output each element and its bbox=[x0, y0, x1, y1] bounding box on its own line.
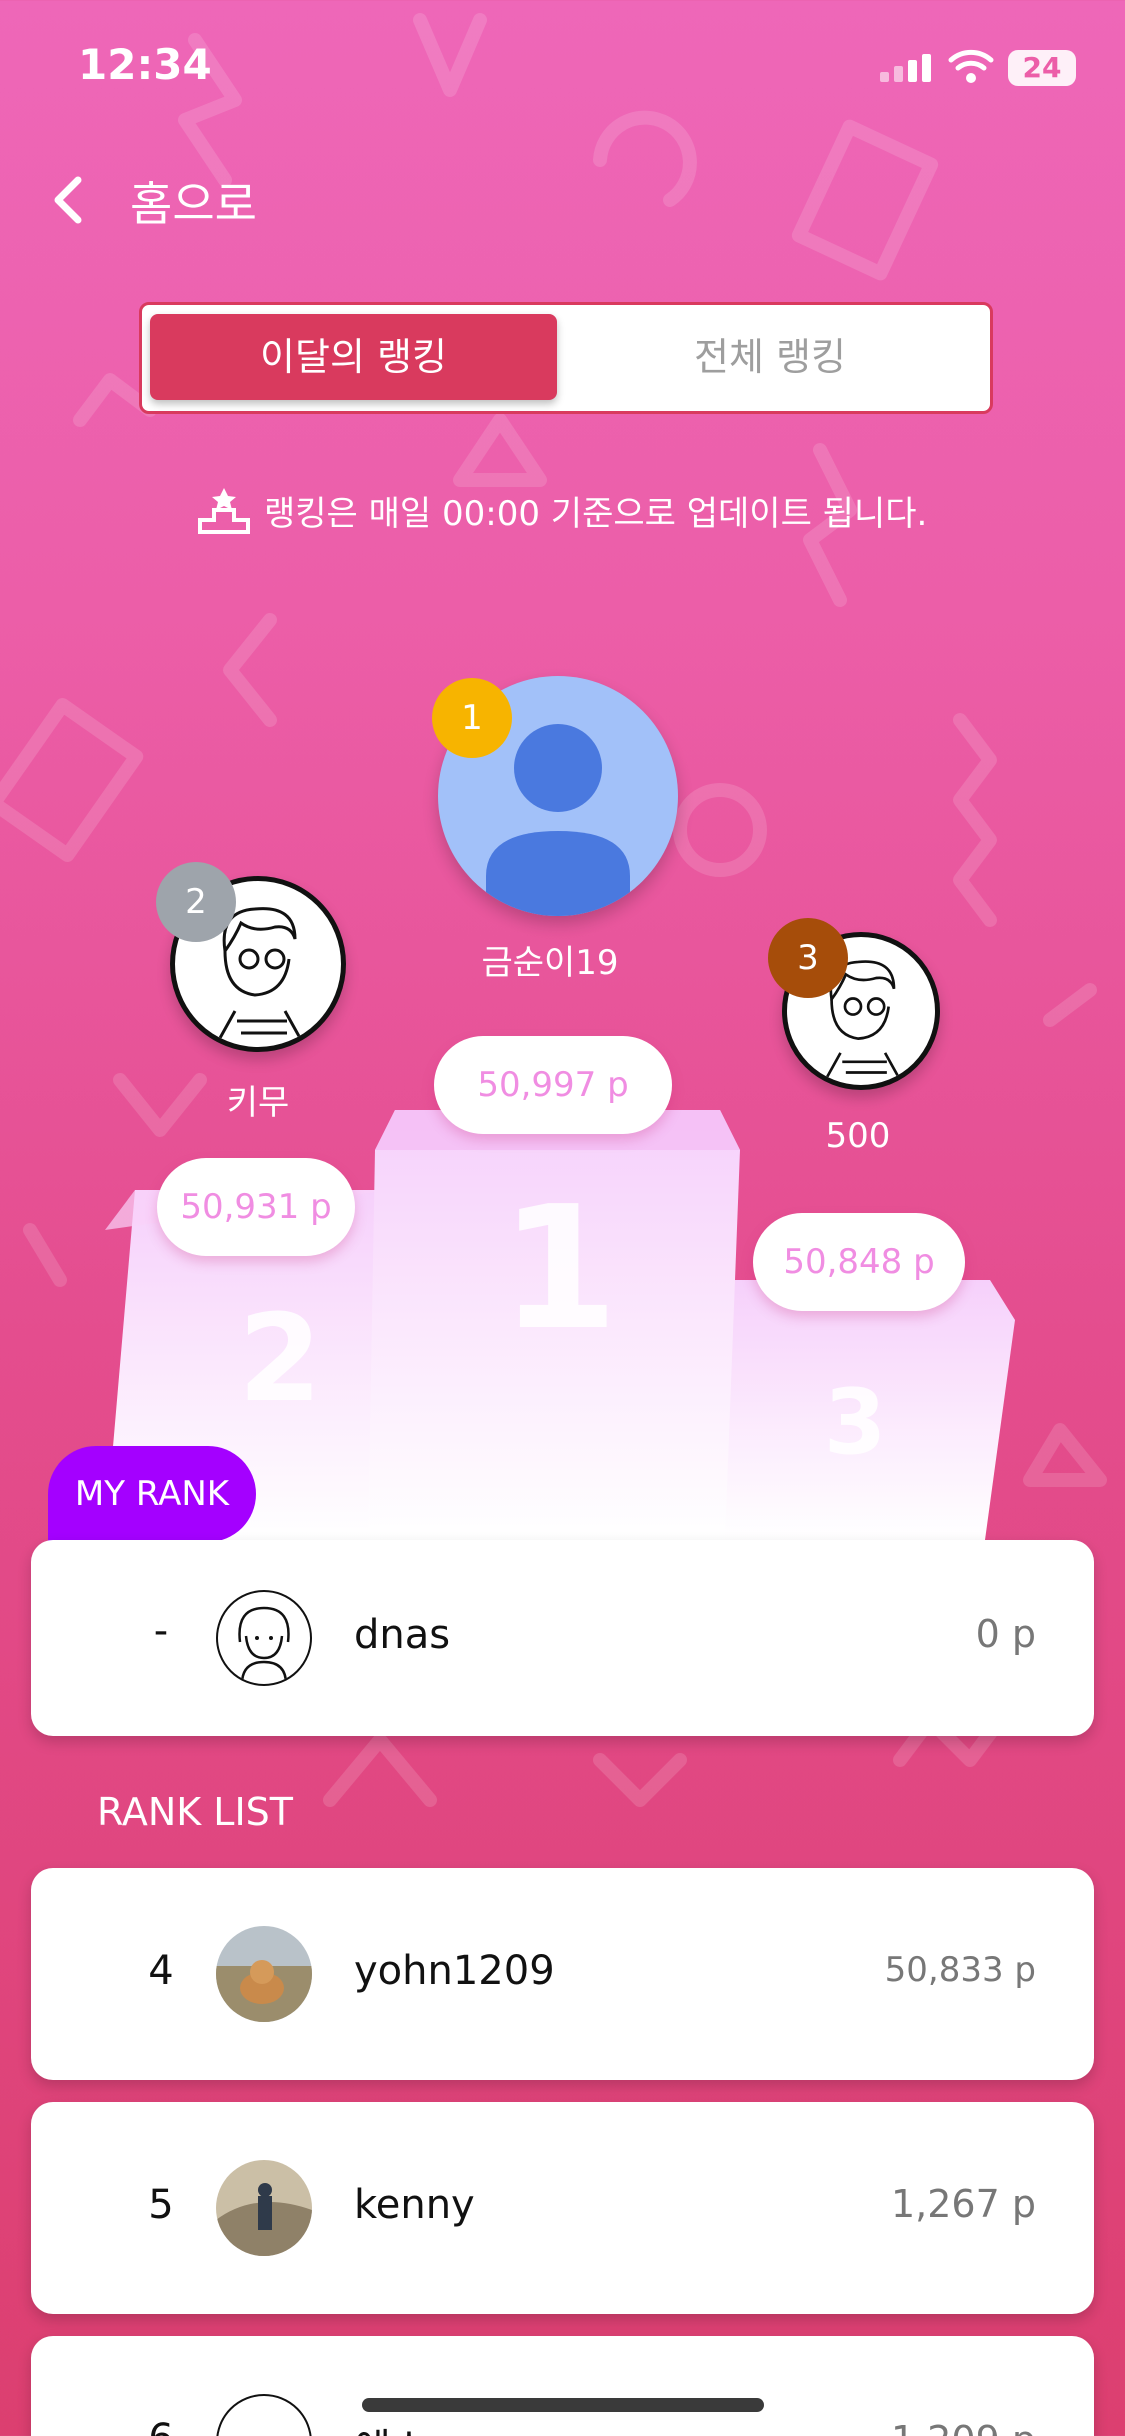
user-name: kenny bbox=[354, 2182, 475, 2228]
rank-list-title: RANK LIST bbox=[97, 1790, 293, 1834]
rank-list-item[interactable]: 5 kenny 1,267 p bbox=[31, 2102, 1094, 2314]
my-name: dnas bbox=[354, 1612, 451, 1658]
tab-monthly-ranking[interactable]: 이달의 랭킹 bbox=[150, 314, 557, 400]
medal-second-rank: 2 bbox=[185, 882, 207, 922]
rank-list-item[interactable]: 6 에스 1,209 p bbox=[31, 2336, 1094, 2436]
third-place-points: 50,848 p bbox=[753, 1213, 965, 1311]
user-avatar bbox=[216, 2394, 312, 2436]
home-indicator[interactable] bbox=[362, 2398, 764, 2412]
signal-icon bbox=[880, 54, 931, 82]
second-place-points: 50,931 p bbox=[157, 1158, 355, 1256]
battery-indicator: 24 bbox=[1008, 50, 1076, 86]
my-rank-number: - bbox=[153, 1608, 169, 1654]
rank-number: 4 bbox=[148, 1948, 174, 1994]
medal-second: 2 bbox=[156, 862, 236, 942]
second-place-name: 키무 bbox=[226, 1083, 290, 1123]
medal-first: 1 bbox=[432, 678, 512, 758]
photo-dog-avatar bbox=[216, 1926, 312, 2022]
user-points: 50,833 p bbox=[884, 1950, 1036, 1990]
first-place-points: 50,997 p bbox=[434, 1036, 672, 1134]
my-rank-tag: MY RANK bbox=[48, 1446, 256, 1542]
back-chevron-icon[interactable] bbox=[48, 170, 88, 230]
medal-first-circle: 1 bbox=[432, 678, 512, 758]
rank-number: 6 bbox=[121, 2416, 201, 2436]
rank-number: 5 bbox=[148, 2182, 174, 2228]
notice-text: 랭킹은 매일 00:00 기준으로 업데이트 됩니다. bbox=[264, 493, 928, 534]
user-name: 에스 bbox=[354, 2416, 428, 2436]
user-name: yohn1209 bbox=[354, 1948, 555, 1994]
my-points: 0 p bbox=[975, 1612, 1036, 1656]
photo-person-avatar bbox=[216, 2160, 312, 2256]
podium-icon bbox=[198, 488, 250, 534]
pillar-1-number: 1 bbox=[500, 1170, 619, 1368]
medal-third-rank: 3 bbox=[797, 938, 819, 978]
my-avatar bbox=[216, 1590, 312, 1686]
rank-list-item[interactable]: 4 yohn1209 50,833 p bbox=[31, 1868, 1094, 2080]
wifi-icon bbox=[948, 49, 994, 83]
medal-third: 3 bbox=[768, 918, 848, 998]
my-rank-card[interactable]: - dnas 0 p bbox=[31, 1540, 1094, 1736]
tab-overall-ranking[interactable]: 전체 랭킹 bbox=[560, 314, 980, 400]
user-avatar bbox=[216, 2160, 312, 2256]
cartoon-girl-icon bbox=[238, 1606, 290, 1684]
user-avatar bbox=[216, 1926, 312, 2022]
first-place-name: 금순이19 bbox=[481, 943, 619, 983]
user-points: 1,267 p bbox=[891, 2182, 1036, 2226]
pillar-2-number: 2 bbox=[238, 1290, 322, 1429]
back-button-label[interactable]: 홈으로 bbox=[130, 168, 257, 234]
user-points: 1,209 p bbox=[891, 2418, 1036, 2436]
third-place-name: 500 bbox=[825, 1116, 891, 1156]
medal-first-rank: 1 bbox=[461, 698, 483, 738]
pillar-3-number: 3 bbox=[823, 1370, 887, 1475]
update-notice: 랭킹은 매일 00:00 기준으로 업데이트 됩니다. bbox=[196, 482, 927, 538]
status-time: 12:34 bbox=[78, 40, 212, 89]
